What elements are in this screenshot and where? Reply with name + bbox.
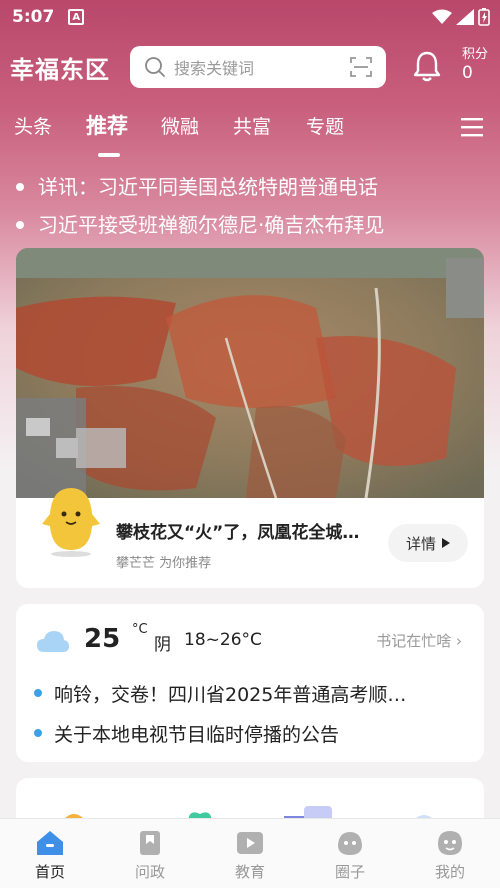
feature-title[interactable]: 攀枝花又“火”了，凤凰花全城… (116, 518, 386, 543)
notice-item[interactable]: 响铃，交卷！四川省2025年普通高考顺… (34, 680, 464, 707)
points-label: 积分 (462, 47, 489, 62)
nav-education-label: 教育 (234, 863, 265, 881)
wifi-icon (432, 9, 452, 24)
temperature-unit: °C (132, 622, 148, 637)
feature-photo[interactable] (16, 248, 484, 498)
nav-home-label: 首页 (34, 863, 65, 881)
home-icon (37, 831, 63, 855)
search-input[interactable]: 搜索关键词 (130, 46, 386, 88)
active-tab-indicator (98, 153, 120, 157)
bell-icon[interactable] (412, 50, 442, 82)
notice-text: 关于本地电视节目临时停播的公告 (54, 724, 340, 746)
bookmark-icon (140, 831, 160, 855)
bullet (16, 183, 24, 191)
status-time: 5:07 (12, 7, 55, 27)
points-counter[interactable]: 积分 0 (462, 46, 488, 82)
temperature: 25 (84, 624, 121, 654)
headline-text: 习近平接受班禅额尔德尼·确吉杰布拜见 (38, 213, 385, 237)
signal-icon (456, 9, 474, 25)
mascot-icon (338, 832, 362, 855)
bottom-nav: 首页 问政 教育 圈子 我的 (0, 818, 500, 888)
notice-text: 响铃，交卷！四川省2025年普通高考顺… (54, 684, 407, 706)
notice-item[interactable]: 关于本地电视节目临时停播的公告 (34, 720, 464, 747)
weather-condition: 阴 (154, 635, 171, 655)
scan-icon[interactable] (350, 56, 372, 78)
tab-tuijian[interactable]: 推荐 (86, 110, 128, 140)
nav-education[interactable]: 教育 (210, 829, 290, 882)
profile-icon (438, 831, 462, 855)
play-triangle-icon (442, 538, 450, 548)
header: 幸福东区 搜索关键词 积分 0 (0, 44, 500, 90)
detail-label: 详情 (405, 534, 436, 553)
headline-item[interactable]: 习近平接受班禅额尔德尼·确吉杰布拜见 (14, 210, 494, 248)
secretary-link-label: 书记在忙啥 (376, 632, 452, 650)
cloud-icon (37, 631, 69, 652)
feature-card[interactable]: 攀枝花又“火”了，凤凰花全城… 攀芒芒 为你推荐 详情 (16, 248, 484, 588)
battery-icon (478, 8, 490, 26)
menu-icon[interactable] (460, 116, 484, 138)
chevron-right-icon: › (456, 632, 462, 650)
tab-weirong[interactable]: 微融 (161, 112, 199, 139)
app-title: 幸福东区 (10, 56, 110, 84)
search-placeholder: 搜索关键词 (174, 59, 255, 78)
nav-wenzheng[interactable]: 问政 (110, 829, 190, 882)
status-bar: 5:07 A (0, 0, 500, 34)
feature-subtitle: 攀芒芒 为你推荐 (116, 556, 212, 571)
secretary-link[interactable]: 书记在忙啥 › (376, 630, 462, 651)
nav-profile-label: 我的 (434, 863, 465, 881)
tab-zhuanti[interactable]: 专题 (306, 112, 344, 139)
bullet (34, 729, 42, 737)
headline-text: 详讯：习近平同美国总统特朗普通电话 (38, 175, 378, 199)
bullet (34, 689, 42, 697)
weather-card: 25 °C 阴 18~26°C 书记在忙啥 › 响铃，交卷！四川省2025年普通… (16, 604, 484, 762)
nav-profile[interactable]: 我的 (410, 829, 490, 882)
search-icon (145, 57, 165, 77)
mascot-icon (42, 488, 100, 557)
tab-gongfu[interactable]: 共富 (233, 112, 271, 139)
headline-list: 详讯：习近平同美国总统特朗普通电话 习近平接受班禅额尔德尼·确吉杰布拜见 (14, 172, 494, 248)
points-value: 0 (462, 63, 473, 83)
play-icon (237, 832, 263, 854)
category-tabs: 头条 推荐 微融 共富 专题 (0, 112, 500, 162)
temperature-range: 18~26°C (184, 630, 262, 650)
detail-button[interactable]: 详情 (388, 524, 468, 562)
notification-badge-icon: A (68, 9, 85, 25)
bullet (16, 221, 24, 229)
nav-home[interactable]: 首页 (10, 829, 90, 882)
weather-row: 25 °C 阴 18~26°C 书记在忙啥 › (36, 622, 466, 662)
tab-toutiao[interactable]: 头条 (14, 112, 52, 139)
nav-circle-label: 圈子 (334, 863, 365, 881)
nav-wenzheng-label: 问政 (134, 863, 165, 881)
headline-item[interactable]: 详讯：习近平同美国总统特朗普通电话 (14, 172, 494, 210)
nav-circle[interactable]: 圈子 (310, 829, 390, 882)
status-icons (432, 8, 490, 26)
